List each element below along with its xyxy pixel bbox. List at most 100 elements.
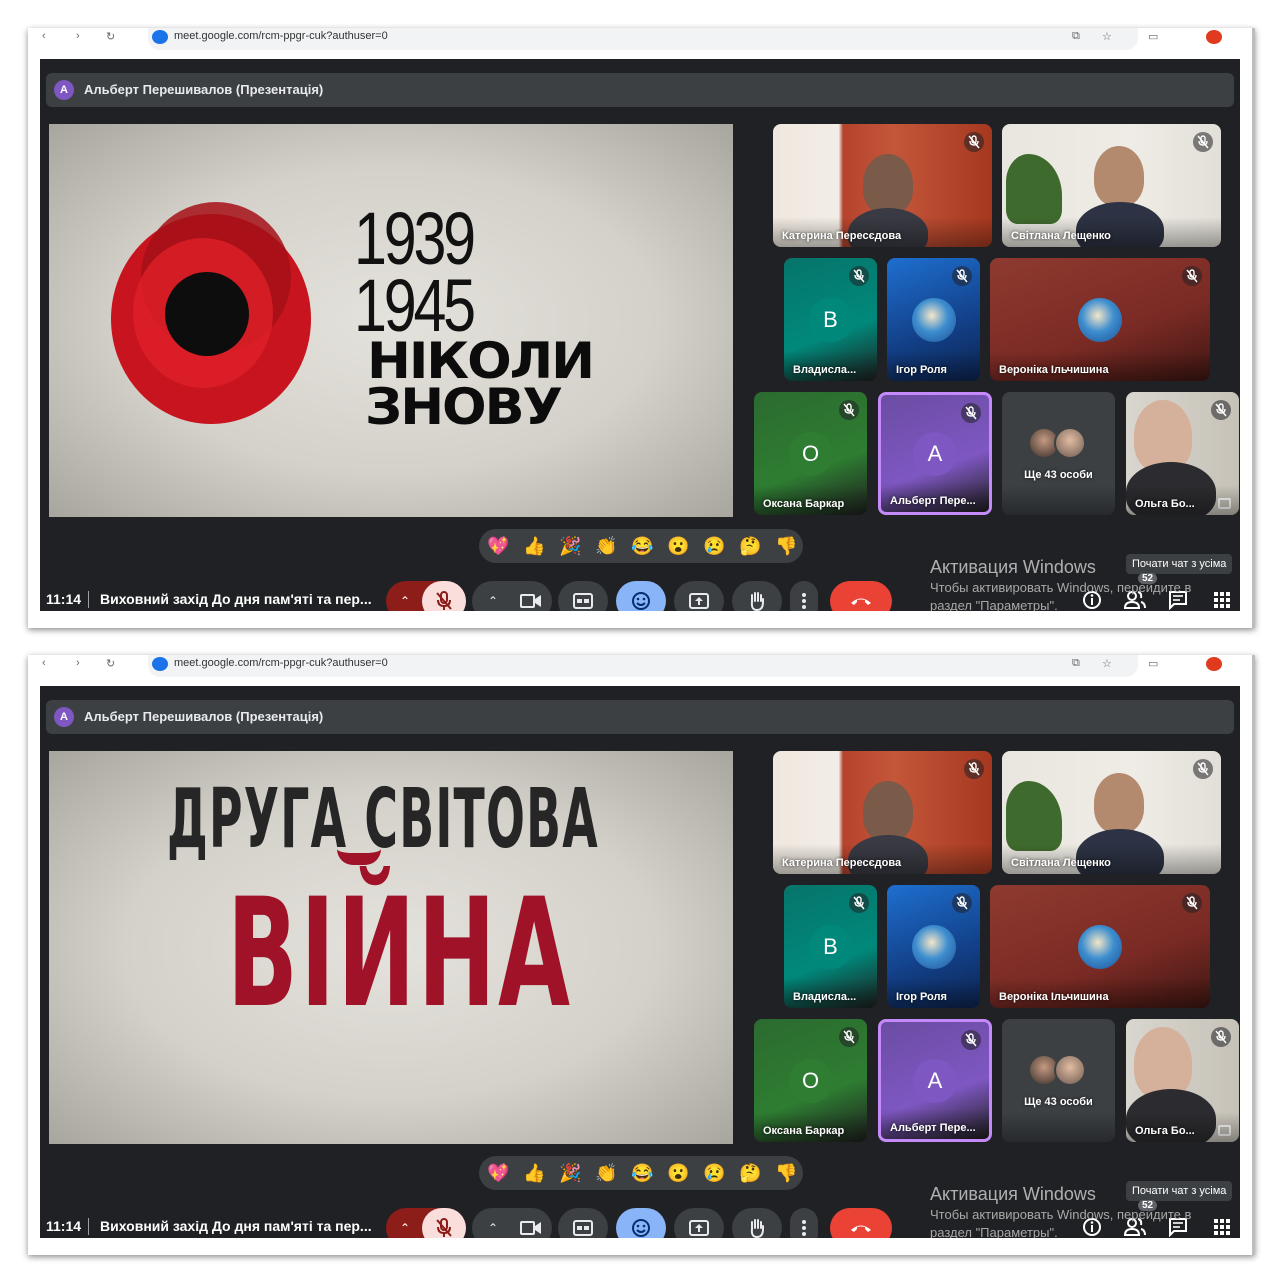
mic-options-chevron-icon[interactable]: ⌃ [400, 1221, 410, 1235]
reaction-emoji[interactable]: 😮 [667, 1162, 689, 1184]
emoji-reactions-button[interactable] [616, 1208, 666, 1238]
muted-mic-icon [961, 1030, 981, 1050]
presenter-bar: A Альберт Перешивалов (Презентація) [46, 73, 1234, 107]
participant-name: Владисла... [793, 991, 857, 1003]
reaction-emoji[interactable]: 💖 [487, 535, 509, 557]
reaction-emoji[interactable]: 👎 [775, 535, 797, 557]
participant-tile[interactable]: Ольга Бо... [1126, 392, 1239, 515]
reaction-emoji[interactable]: 👍 [523, 1162, 545, 1184]
reload-icon[interactable]: ↻ [106, 657, 115, 670]
participant-figure [1094, 773, 1144, 833]
participant-tile[interactable]: Ігор Роля [887, 885, 980, 1008]
leave-call-button[interactable] [830, 581, 892, 611]
participant-tile[interactable]: Світлана Лещенко [1002, 751, 1221, 874]
participant-tile[interactable]: О Оксана Баркар [754, 1019, 867, 1142]
slide-word-again: ЗНОВУ [365, 378, 563, 436]
participant-tile[interactable]: О Оксана Баркар [754, 392, 867, 515]
mic-options-chevron-icon[interactable]: ⌃ [400, 594, 410, 608]
participant-tile[interactable]: Світлана Лещенко [1002, 124, 1221, 247]
reaction-emoji[interactable]: 😂 [631, 1162, 653, 1184]
reaction-emoji[interactable]: 👏 [595, 1162, 617, 1184]
hang-up-icon [851, 1225, 871, 1232]
mic-off-icon [436, 591, 452, 610]
participant-tile[interactable]: Ще 43 особи [1002, 392, 1115, 515]
reaction-emoji[interactable]: 💖 [487, 1162, 509, 1184]
participant-tile[interactable]: Ще 43 особи [1002, 1019, 1115, 1142]
more-vert-icon [802, 1220, 806, 1236]
muted-mic-icon [1182, 266, 1202, 286]
participant-figure [863, 781, 913, 841]
camera-options-chevron-icon[interactable]: ⌃ [488, 594, 498, 608]
reaction-emoji[interactable]: 😂 [631, 535, 653, 557]
participant-tile[interactable]: Катерина Пересєдова [773, 124, 992, 247]
mic-toggle-button[interactable] [422, 581, 466, 611]
bookmark-star-icon[interactable]: ☆ [1102, 30, 1112, 43]
activities-icon[interactable] [1214, 1219, 1230, 1235]
cast-icon[interactable]: ⧉ [1072, 657, 1080, 670]
bookmark-star-icon[interactable]: ☆ [1102, 657, 1112, 670]
site-info-icon[interactable] [152, 657, 168, 671]
back-icon[interactable]: ‹ [42, 657, 46, 669]
presentation-slide[interactable]: ДРУГА СВІТОВА ВІЙНА [49, 751, 733, 1144]
meeting-title: Виховний захід До дня пам'яті та пер... [100, 591, 372, 607]
windows-activation-line2: раздел "Параметры". [930, 598, 1058, 611]
forward-icon[interactable]: › [76, 657, 80, 669]
participant-tile[interactable]: А Альберт Пере... [878, 1019, 992, 1142]
forward-icon[interactable]: › [76, 30, 80, 42]
reaction-emoji[interactable]: 👎 [775, 1162, 797, 1184]
participant-avatar: А [913, 431, 957, 476]
address-bar[interactable]: meet.google.com/rcm-ppgr-cuk?authuser=0 [148, 655, 1138, 677]
participant-tile[interactable]: А Альберт Пере... [878, 392, 992, 515]
participant-tile[interactable]: Вероніка Ільчишина [990, 885, 1210, 1008]
cast-icon[interactable]: ⧉ [1072, 30, 1080, 43]
muted-mic-icon [849, 266, 869, 286]
reload-icon[interactable]: ↻ [106, 30, 115, 43]
address-bar[interactable]: meet.google.com/rcm-ppgr-cuk?authuser=0 [148, 28, 1138, 50]
more-options-button[interactable] [790, 581, 818, 611]
leave-call-button[interactable] [830, 1208, 892, 1238]
window-icon[interactable]: ▭ [1148, 657, 1158, 670]
participant-tile[interactable]: В Владисла... [784, 258, 877, 381]
reaction-emoji[interactable]: 👏 [595, 535, 617, 557]
camera-icon[interactable] [520, 1220, 542, 1236]
back-icon[interactable]: ‹ [42, 30, 46, 42]
url-text: meet.google.com/rcm-ppgr-cuk?authuser=0 [174, 657, 388, 669]
camera-control-group: ⌃ [472, 581, 552, 611]
participant-tile[interactable]: Вероніка Ільчишина [990, 258, 1210, 381]
reaction-emoji[interactable]: 🤔 [739, 1162, 761, 1184]
more-options-button[interactable] [790, 1208, 818, 1238]
present-screen-button[interactable] [674, 1208, 724, 1238]
reaction-emoji[interactable]: 🎉 [559, 1162, 581, 1184]
reaction-emoji[interactable]: 🤔 [739, 535, 761, 557]
activities-icon[interactable] [1214, 592, 1230, 608]
participant-figure [863, 154, 913, 214]
overflow-avatars [1028, 427, 1088, 461]
present-screen-button[interactable] [674, 581, 724, 611]
muted-mic-icon [952, 893, 972, 913]
reaction-emoji[interactable]: 👍 [523, 535, 545, 557]
participant-tile[interactable]: Ігор Роля [887, 258, 980, 381]
reaction-emoji[interactable]: 😢 [703, 535, 725, 557]
captions-button[interactable] [558, 581, 608, 611]
camera-options-chevron-icon[interactable]: ⌃ [488, 1221, 498, 1235]
reaction-bar: 💖 👍 🎉 👏 😂 😮 😢 🤔 👎 [479, 529, 803, 563]
participant-tile[interactable]: Катерина Пересєдова [773, 751, 992, 874]
mic-toggle-button[interactable] [422, 1208, 466, 1238]
present-icon [689, 593, 709, 609]
reaction-emoji[interactable]: 😮 [667, 535, 689, 557]
raise-hand-button[interactable] [732, 581, 782, 611]
window-icon[interactable]: ▭ [1148, 30, 1158, 43]
presenter-bar: A Альберт Перешивалов (Презентація) [46, 700, 1234, 734]
raise-hand-button[interactable] [732, 1208, 782, 1238]
profile-avatar[interactable] [1206, 657, 1222, 671]
participant-tile[interactable]: Ольга Бо... [1126, 1019, 1239, 1142]
site-info-icon[interactable] [152, 30, 168, 44]
reaction-emoji[interactable]: 😢 [703, 1162, 725, 1184]
profile-avatar[interactable] [1206, 30, 1222, 44]
emoji-reactions-button[interactable] [616, 581, 666, 611]
captions-button[interactable] [558, 1208, 608, 1238]
reaction-emoji[interactable]: 🎉 [559, 535, 581, 557]
participant-tile[interactable]: В Владисла... [784, 885, 877, 1008]
camera-icon[interactable] [520, 593, 542, 609]
presentation-slide[interactable]: 1939 1945 НІКОЛИ ЗНОВУ [49, 124, 733, 517]
